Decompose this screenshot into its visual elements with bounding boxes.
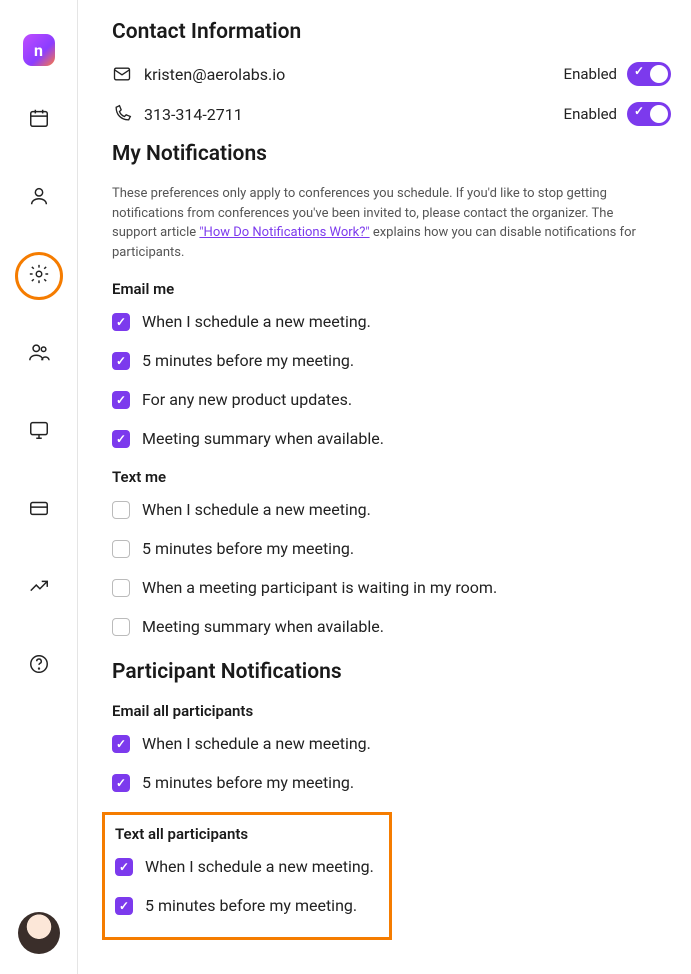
text-me-checkbox-1[interactable] xyxy=(112,540,130,558)
help-article-link[interactable]: "How Do Notifications Work?" xyxy=(199,225,369,240)
email-all-checkbox-1[interactable] xyxy=(112,774,130,792)
email-me-checkbox-0[interactable] xyxy=(112,313,130,331)
email-me-checkbox-2[interactable] xyxy=(112,391,130,409)
email-me-row-3: Meeting summary when available. xyxy=(112,429,671,448)
monitor-icon xyxy=(28,419,50,445)
email-all-row-0: When I schedule a new meeting. xyxy=(112,734,671,753)
text-all-label-0: When I schedule a new meeting. xyxy=(145,857,374,876)
text-all-heading: Text all participants xyxy=(115,825,379,843)
phone-status-label: Enabled xyxy=(564,105,617,123)
nav-help[interactable] xyxy=(15,642,63,690)
contact-phone-row: 313-314-2711 Enabled xyxy=(112,102,671,126)
user-avatar[interactable] xyxy=(18,912,60,954)
email-me-label-2: For any new product updates. xyxy=(142,390,352,409)
text-me-checkbox-0[interactable] xyxy=(112,501,130,519)
email-all-heading: Email all participants xyxy=(112,702,671,720)
contact-phone-value: 313-314-2711 xyxy=(144,105,243,124)
email-me-row-0: When I schedule a new meeting. xyxy=(112,312,671,331)
mail-icon xyxy=(112,64,132,84)
email-me-checkbox-3[interactable] xyxy=(112,430,130,448)
nav-settings[interactable] xyxy=(15,252,63,300)
my-notifications-help: These preferences only apply to conferen… xyxy=(112,184,652,262)
credit-card-icon xyxy=(28,497,50,523)
text-me-row-0: When I schedule a new meeting. xyxy=(112,500,671,519)
email-all-label-1: 5 minutes before my meeting. xyxy=(142,773,354,792)
email-me-heading: Email me xyxy=(112,280,671,298)
nav-billing[interactable] xyxy=(15,486,63,534)
users-icon xyxy=(28,341,50,367)
participant-notifications-title: Participant Notifications xyxy=(112,660,671,684)
nav-profile[interactable] xyxy=(15,174,63,222)
email-me-label-3: Meeting summary when available. xyxy=(142,429,384,448)
text-me-checkbox-2[interactable] xyxy=(112,579,130,597)
sidebar: n xyxy=(0,0,78,974)
email-me-label-0: When I schedule a new meeting. xyxy=(142,312,371,331)
text-all-label-1: 5 minutes before my meeting. xyxy=(145,896,357,915)
text-me-row-3: Meeting summary when available. xyxy=(112,617,671,636)
contact-email-value: kristen@aerolabs.io xyxy=(144,65,285,84)
text-me-heading: Text me xyxy=(112,468,671,486)
text-me-label-1: 5 minutes before my meeting. xyxy=(142,539,354,558)
text-me-checkbox-3[interactable] xyxy=(112,618,130,636)
text-me-label-3: Meeting summary when available. xyxy=(142,617,384,636)
app-logo[interactable]: n xyxy=(23,34,55,66)
contact-info-title: Contact Information xyxy=(112,20,671,44)
nav-analytics[interactable] xyxy=(15,564,63,612)
text-all-highlight: Text all participants When I schedule a … xyxy=(102,812,392,940)
text-me-label-0: When I schedule a new meeting. xyxy=(142,500,371,519)
calendar-icon xyxy=(28,107,50,133)
email-me-row-2: For any new product updates. xyxy=(112,390,671,409)
email-all-checkbox-0[interactable] xyxy=(112,735,130,753)
help-circle-icon xyxy=(28,653,50,679)
trending-up-icon xyxy=(28,575,50,601)
user-icon xyxy=(28,185,50,211)
email-status-label: Enabled xyxy=(564,65,617,83)
email-me-checkbox-1[interactable] xyxy=(112,352,130,370)
email-me-row-1: 5 minutes before my meeting. xyxy=(112,351,671,370)
nav-people[interactable] xyxy=(15,330,63,378)
phone-icon xyxy=(112,104,132,124)
contact-email-row: kristen@aerolabs.io Enabled xyxy=(112,62,671,86)
nav-monitor[interactable] xyxy=(15,408,63,456)
main-content: Contact Information kristen@aerolabs.io … xyxy=(78,0,691,974)
email-all-row-1: 5 minutes before my meeting. xyxy=(112,773,671,792)
text-me-label-2: When a meeting participant is waiting in… xyxy=(142,578,497,597)
text-all-row-0: When I schedule a new meeting. xyxy=(115,857,379,876)
text-me-row-2: When a meeting participant is waiting in… xyxy=(112,578,671,597)
email-all-label-0: When I schedule a new meeting. xyxy=(142,734,371,753)
text-me-row-1: 5 minutes before my meeting. xyxy=(112,539,671,558)
text-all-row-1: 5 minutes before my meeting. xyxy=(115,896,379,915)
email-me-label-1: 5 minutes before my meeting. xyxy=(142,351,354,370)
text-all-checkbox-1[interactable] xyxy=(115,897,133,915)
email-toggle[interactable] xyxy=(627,62,671,86)
text-all-checkbox-0[interactable] xyxy=(115,858,133,876)
gear-icon xyxy=(28,263,50,289)
phone-toggle[interactable] xyxy=(627,102,671,126)
my-notifications-title: My Notifications xyxy=(112,142,671,166)
nav-calendar[interactable] xyxy=(15,96,63,144)
